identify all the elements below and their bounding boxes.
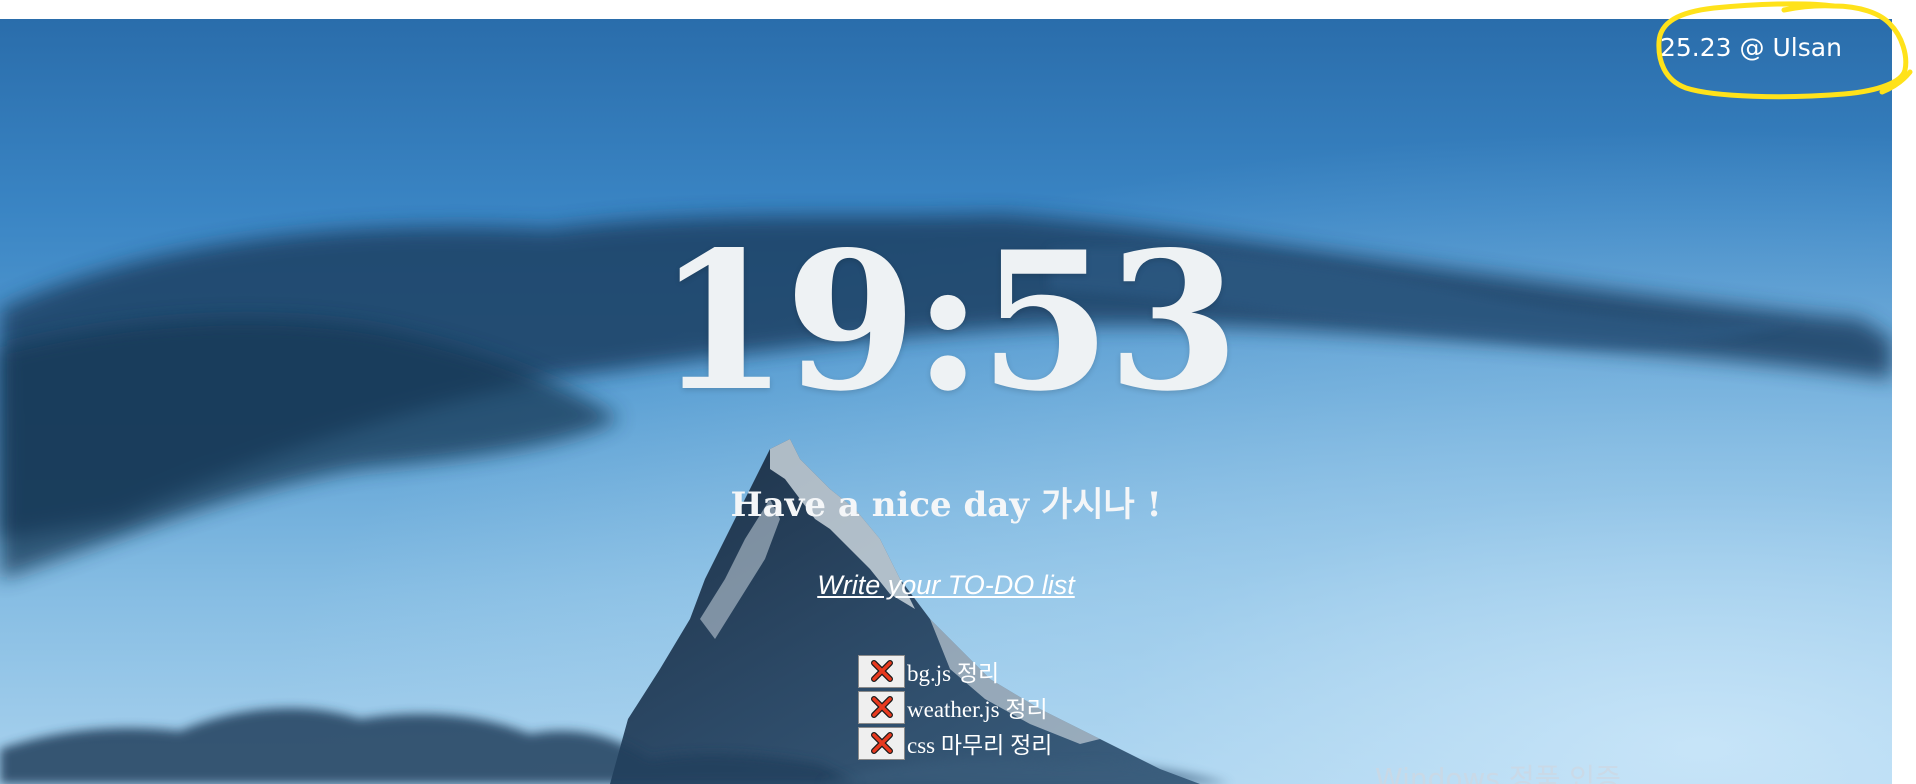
todo-item: bg.js 정리 [858, 653, 1052, 689]
todo-item-text: weather.js 정리 [907, 697, 1048, 722]
todo-item-text: bg.js 정리 [907, 661, 1000, 686]
todo-item-text: css 마무리 정리 [907, 733, 1053, 758]
delete-todo-button[interactable] [858, 726, 905, 760]
delete-todo-button[interactable] [858, 690, 905, 724]
background-image: 19:53 Have a nice day 가시나 ! Write your T… [0, 19, 1892, 784]
todo-item: css 마무리 정리 [858, 725, 1052, 761]
todo-input-prompt[interactable]: Write your TO-DO list [0, 570, 1892, 601]
x-icon [870, 732, 893, 754]
todo-list: bg.js 정리 weather.js 정리 css 마무리 정리 [858, 653, 1052, 761]
x-icon [870, 660, 893, 682]
greeting-text: Have a nice day 가시나 ! [730, 485, 1162, 525]
x-icon [870, 696, 893, 718]
delete-todo-button[interactable] [858, 654, 905, 688]
windows-activation-watermark: Windows 정품 인증 [1375, 762, 1621, 784]
clock-time: 19:53 [656, 210, 1240, 433]
todo-item: weather.js 정리 [858, 689, 1052, 725]
annotation-circle-icon [1656, 1, 1913, 100]
